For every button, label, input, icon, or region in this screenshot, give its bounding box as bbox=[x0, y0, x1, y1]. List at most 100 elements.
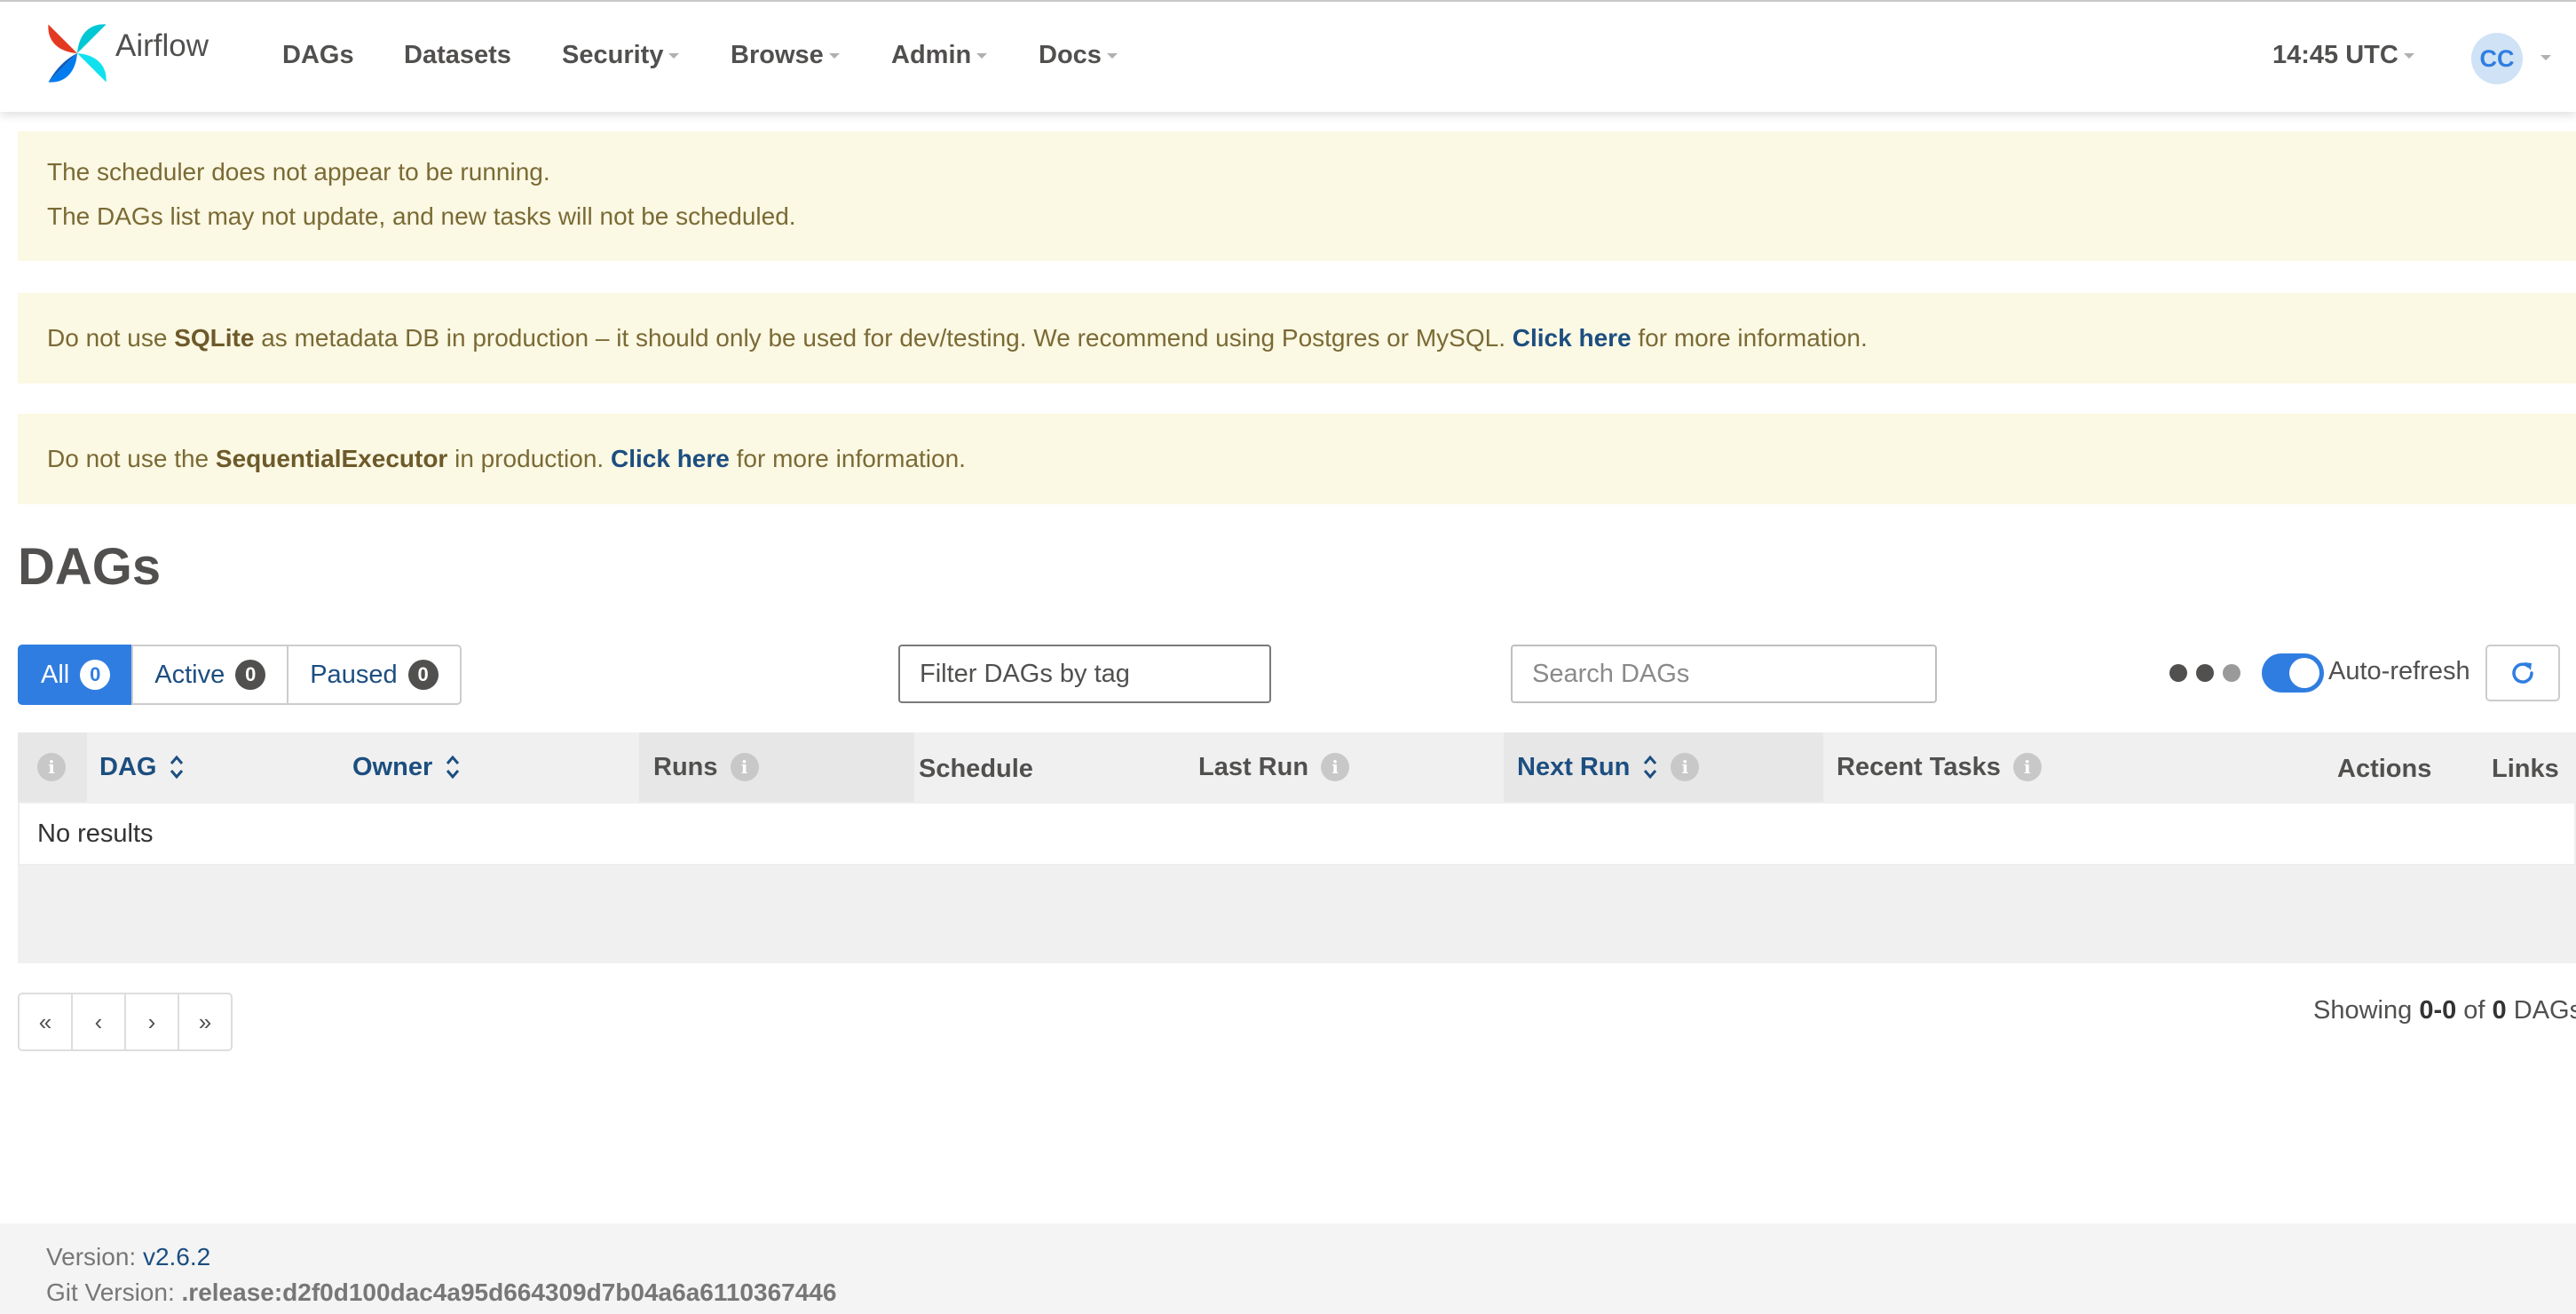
showing-range: 0-0 bbox=[2419, 996, 2457, 1025]
git-version-value: .release:d2f0d100dac4a95d664309d7b04a6a6… bbox=[181, 1278, 837, 1306]
brand-name: Airflow bbox=[115, 28, 209, 63]
executor-alert-pre: Do not use the bbox=[47, 445, 216, 472]
dags-table-header: i DAG Owner Runs i Schedule Last Run i N… bbox=[18, 732, 2576, 802]
page-last-button[interactable]: » bbox=[178, 993, 233, 1051]
airflow-logo-icon bbox=[48, 24, 107, 83]
table-empty-area bbox=[18, 866, 2576, 963]
executor-alert-text: Do not use the SequentialExecutor in pro… bbox=[47, 445, 966, 473]
th-next-run[interactable]: Next Run i bbox=[1517, 732, 1700, 802]
git-version-label: Git Version: bbox=[46, 1278, 182, 1306]
version-link[interactable]: v2.6.2 bbox=[143, 1243, 210, 1270]
status-all-button[interactable]: All 0 bbox=[18, 645, 134, 705]
brand-link[interactable]: Airflow bbox=[44, 20, 209, 87]
nav-security[interactable]: Security bbox=[562, 41, 680, 70]
clock-dropdown[interactable]: 14:45 UTC bbox=[2272, 41, 2414, 70]
footer-git-version: Git Version: .release:d2f0d100dac4a95d66… bbox=[46, 1278, 836, 1307]
toggle-knob bbox=[2289, 658, 2319, 688]
sqlite-alert-strong: SQLite bbox=[174, 324, 255, 352]
info-icon[interactable]: i bbox=[1671, 753, 1700, 781]
footer: Version: v2.6.2 Git Version: .release:d2… bbox=[0, 1223, 2576, 1314]
nav-datasets[interactable]: Datasets bbox=[404, 41, 511, 70]
th-dag-label: DAG bbox=[99, 752, 157, 781]
page-title: DAGs bbox=[18, 538, 162, 596]
info-icon[interactable]: i bbox=[2012, 753, 2042, 781]
scheduler-alert-line1: The scheduler does not appear to be runn… bbox=[47, 158, 550, 186]
page-prev-button[interactable]: ‹ bbox=[71, 993, 126, 1051]
nav-docs[interactable]: Docs bbox=[1039, 41, 1118, 70]
refresh-icon bbox=[2512, 662, 2533, 684]
th-recent-tasks: Recent Tasks i bbox=[1837, 732, 2042, 802]
showing-suffix: DAGs bbox=[2506, 996, 2576, 1025]
th-owner[interactable]: Owner bbox=[352, 732, 461, 802]
nav-admin[interactable]: Admin bbox=[891, 41, 988, 70]
sqlite-click-here-link[interactable]: Click here bbox=[1513, 324, 1632, 352]
th-last-run: Last Run i bbox=[1198, 732, 1350, 802]
top-navbar: Airflow DAGs Datasets Security Browse Ad… bbox=[0, 0, 2576, 112]
nav-admin-label: Admin bbox=[891, 41, 972, 69]
status-active-label: Active bbox=[154, 660, 225, 689]
status-all-label: All bbox=[41, 660, 70, 689]
executor-alert: Do not use the SequentialExecutor in pro… bbox=[18, 414, 2576, 504]
status-active-button[interactable]: Active 0 bbox=[131, 645, 289, 705]
no-results-row: No results bbox=[18, 802, 2576, 866]
search-dags-input[interactable] bbox=[1511, 645, 1937, 703]
loading-indicator bbox=[2169, 664, 2240, 682]
nav-docs-label: Docs bbox=[1039, 41, 1102, 69]
info-icon[interactable]: i bbox=[37, 753, 66, 781]
th-schedule: Schedule bbox=[919, 754, 1033, 783]
chevron-down-icon[interactable] bbox=[2540, 55, 2551, 60]
sort-icon bbox=[1644, 755, 1657, 780]
chevron-down-icon bbox=[828, 53, 840, 59]
loading-dot bbox=[2223, 664, 2240, 682]
chevron-down-icon bbox=[1106, 53, 1118, 59]
refresh-button[interactable] bbox=[2485, 645, 2560, 701]
showing-count: Showing 0-0 of 0 DAGs bbox=[2313, 996, 2576, 1025]
sort-icon bbox=[170, 755, 184, 780]
th-runs-label: Runs bbox=[653, 752, 718, 781]
sqlite-alert-text: Do not use SQLite as metadata DB in prod… bbox=[47, 324, 1868, 352]
status-paused-label: Paused bbox=[310, 660, 398, 689]
th-runs: Runs i bbox=[653, 732, 759, 802]
executor-click-here-link[interactable]: Click here bbox=[611, 445, 730, 472]
showing-pre: Showing bbox=[2313, 996, 2420, 1025]
scheduler-alert-line2: The DAGs list may not update, and new ta… bbox=[47, 202, 796, 230]
sqlite-alert-post: for more information. bbox=[1631, 324, 1868, 352]
auto-refresh-label: Auto-refresh bbox=[2328, 657, 2470, 685]
th-last-run-label: Last Run bbox=[1198, 752, 1309, 781]
status-paused-button[interactable]: Paused 0 bbox=[287, 645, 462, 705]
sqlite-alert: Do not use SQLite as metadata DB in prod… bbox=[18, 293, 2576, 384]
nav-dags[interactable]: DAGs bbox=[282, 41, 354, 70]
pagination: « ‹ › » bbox=[18, 993, 233, 1051]
page-first-button[interactable]: « bbox=[18, 993, 73, 1051]
sqlite-alert-pre: Do not use bbox=[47, 324, 175, 352]
nav-browse-label: Browse bbox=[731, 41, 824, 69]
clock-label: 14:45 UTC bbox=[2272, 41, 2398, 69]
th-info: i bbox=[37, 732, 66, 802]
th-dag[interactable]: DAG bbox=[99, 732, 185, 802]
info-icon[interactable]: i bbox=[730, 753, 759, 781]
page-next-button[interactable]: › bbox=[124, 993, 179, 1051]
version-label: Version: bbox=[46, 1243, 143, 1270]
executor-alert-post: for more information. bbox=[729, 445, 966, 472]
status-paused-count: 0 bbox=[407, 660, 439, 690]
sort-icon bbox=[446, 755, 460, 780]
chevron-down-icon bbox=[2403, 53, 2414, 59]
no-results-text: No results bbox=[37, 819, 154, 848]
th-links: Links bbox=[2492, 754, 2559, 783]
th-owner-label: Owner bbox=[352, 752, 433, 781]
executor-alert-strong: SequentialExecutor bbox=[215, 445, 448, 472]
chevron-down-icon bbox=[976, 53, 988, 59]
scheduler-alert: The scheduler does not appear to be runn… bbox=[18, 131, 2576, 261]
sqlite-alert-mid: as metadata DB in production – it should… bbox=[254, 324, 1513, 352]
info-icon[interactable]: i bbox=[1321, 753, 1350, 781]
status-filter-group: All 0 Active 0 Paused 0 bbox=[18, 645, 462, 705]
user-avatar[interactable]: CC bbox=[2471, 33, 2523, 84]
auto-refresh-toggle[interactable] bbox=[2262, 653, 2324, 693]
executor-alert-mid: in production. bbox=[447, 445, 611, 472]
nav-browse[interactable]: Browse bbox=[731, 41, 840, 70]
showing-total: 0 bbox=[2492, 996, 2507, 1025]
chevron-down-icon bbox=[668, 53, 680, 59]
showing-of: of bbox=[2456, 996, 2493, 1025]
nav-security-label: Security bbox=[562, 41, 664, 69]
tag-filter-input[interactable] bbox=[898, 645, 1271, 703]
